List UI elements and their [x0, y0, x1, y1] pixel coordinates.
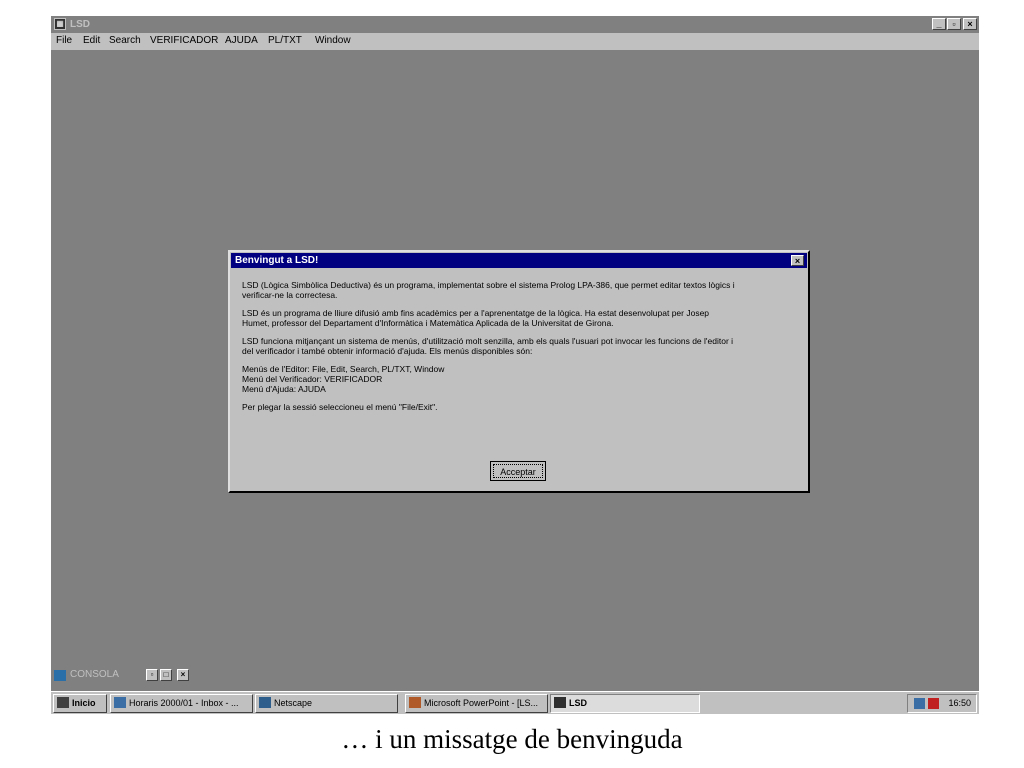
lsd-app-icon: ▦	[54, 18, 66, 30]
dialog-close-button[interactable]: ×	[791, 255, 804, 266]
consola-close-button[interactable]: ×	[177, 669, 189, 681]
netscape-icon	[259, 697, 271, 708]
slide-caption: … i un missatge de benvinguda	[341, 724, 683, 754]
dialog-paragraph: LSD (Lògica Simbòlica Deductiva) és un p…	[242, 280, 735, 300]
taskbar-button-label: Microsoft PowerPoint - [LS...	[424, 698, 539, 708]
start-label: Inicio	[72, 698, 96, 708]
minimize-button[interactable]: _	[932, 18, 946, 30]
network-icon[interactable]	[914, 698, 925, 709]
dialog-title-bar[interactable]: Benvingut a LSD! ×	[231, 253, 807, 268]
welcome-dialog: Benvingut a LSD! × LSD (Lògica Simbòlica…	[228, 250, 810, 493]
menu-ajuda[interactable]: AJUDA	[225, 35, 258, 46]
mail-icon	[114, 697, 126, 708]
windows-logo-icon	[57, 697, 69, 708]
antivirus-icon[interactable]	[928, 698, 939, 709]
taskbar-button-label: Horaris 2000/01 - Inbox - ...	[129, 698, 239, 708]
menu-pltxt[interactable]: PL/TXT	[268, 35, 302, 46]
restore-button[interactable]: ▫	[947, 18, 961, 30]
consola-maximize-button[interactable]: □	[160, 669, 172, 681]
taskbar-button-inbox[interactable]: Horaris 2000/01 - Inbox - ...	[110, 694, 253, 713]
menu-window[interactable]: Window	[315, 35, 351, 46]
dialog-title: Benvingut a LSD!	[235, 255, 319, 266]
consola-minimized-window[interactable]: CONSOLA ▫ □ ×	[51, 667, 197, 684]
consola-title: CONSOLA	[70, 669, 119, 680]
menu-edit[interactable]: Edit	[83, 35, 100, 46]
menu-search[interactable]: Search	[109, 35, 141, 46]
console-icon	[54, 670, 66, 681]
taskbar-button-label: Netscape	[274, 698, 313, 708]
main-title-bar[interactable]: ▦ LSD _ ▫ ×	[51, 16, 979, 33]
powerpoint-icon	[409, 697, 421, 708]
dialog-message: LSD (Lògica Simbòlica Deductiva) és un p…	[242, 280, 797, 420]
menu-file[interactable]: File	[56, 35, 72, 46]
accept-button[interactable]: Acceptar	[490, 461, 546, 481]
dialog-paragraph: Per plegar la sessió seleccioneu el menú…	[242, 402, 438, 412]
menu-verificador[interactable]: VERIFICADOR	[150, 35, 218, 46]
lsd-app-icon	[554, 697, 566, 708]
dialog-paragraph: LSD és un programa de lliure difusió amb…	[242, 308, 710, 328]
system-tray: 16:50	[907, 694, 977, 713]
accept-button-label: Acceptar	[493, 464, 543, 478]
taskbar: Inicio Horaris 2000/01 - Inbox - ... Net…	[51, 691, 979, 714]
close-button[interactable]: ×	[963, 18, 977, 30]
start-button[interactable]: Inicio	[53, 694, 107, 713]
taskbar-button-lsd[interactable]: LSD	[550, 694, 700, 713]
dialog-paragraph: LSD funciona mitjançant un sistema de me…	[242, 336, 734, 356]
taskbar-button-label: LSD	[569, 698, 587, 708]
menu-bar: File Edit Search VERIFICADOR AJUDA PL/TX…	[51, 33, 979, 50]
screenshot-area: ▦ LSD _ ▫ × File Edit Search VERIFICADOR…	[51, 16, 979, 714]
dialog-paragraph: Menús de l'Editor: File, Edit, Search, P…	[242, 364, 445, 394]
taskbar-button-netscape[interactable]: Netscape	[255, 694, 398, 713]
consola-restore-button[interactable]: ▫	[146, 669, 158, 681]
window-title: LSD	[70, 19, 90, 30]
clock[interactable]: 16:50	[948, 695, 971, 712]
taskbar-button-powerpoint[interactable]: Microsoft PowerPoint - [LS...	[405, 694, 548, 713]
